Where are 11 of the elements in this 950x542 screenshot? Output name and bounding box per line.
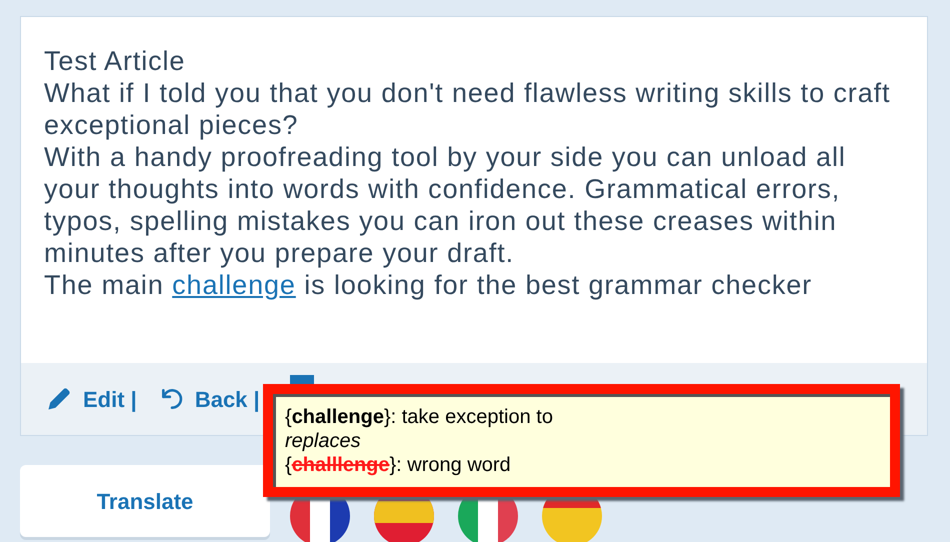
translate-button[interactable]: Translate xyxy=(20,465,270,537)
back-link[interactable]: Back | xyxy=(158,382,260,416)
meaning-text: {challenge}: take exception to xyxy=(285,405,554,429)
edit-link[interactable]: Edit | xyxy=(45,382,137,416)
paragraph: The main challenge is looking for the best grammar checker xyxy=(44,269,814,301)
replaced-word-text: {challlenge}: wrong word xyxy=(285,453,512,477)
paragraph: With a handy proofreading tool by your side you can unload all your thoughts into words with confidence. Grammatical errors, typos, spelling mistakes you can iron out these creases within minutes after you prepare your draft. xyxy=(44,141,847,269)
paragraph: What if I told you that you don't need flawless writing skills to craft exceptional pieces? xyxy=(44,77,892,141)
word-link[interactable]: challenge xyxy=(172,270,296,300)
article-title: Test Article xyxy=(44,45,186,77)
replaces-label: replaces xyxy=(285,429,362,453)
